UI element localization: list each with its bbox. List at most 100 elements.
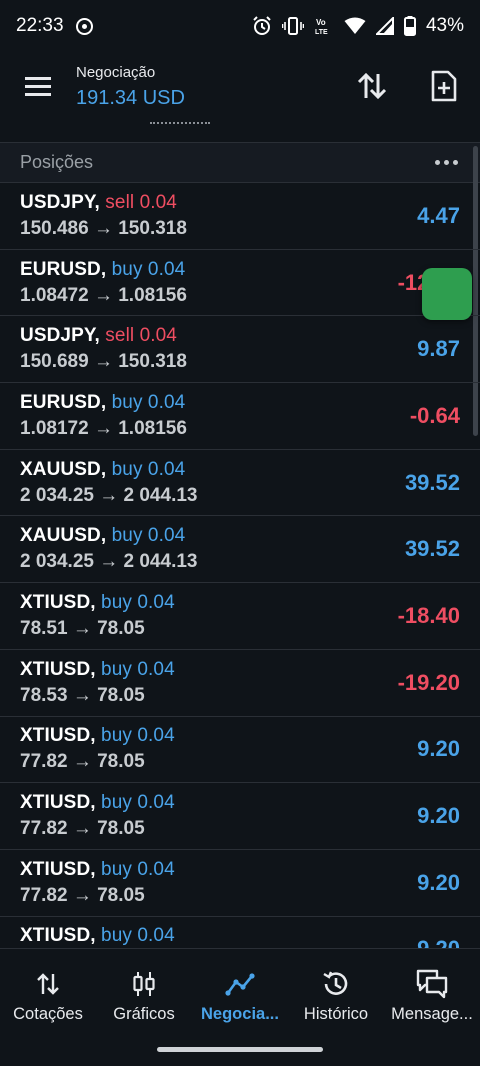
nav-item-messages[interactable]: Mensage...	[384, 949, 480, 1040]
position-symbol: XTIUSD,	[20, 591, 96, 613]
position-info: XTIUSD, buy 0.04 77.82 → 78.05	[20, 725, 417, 773]
position-title: EURUSD, buy 0.04	[20, 392, 410, 414]
position-info: XAUUSD, buy 0.04 2 034.25 → 2 044.13	[20, 525, 405, 573]
position-info: XTIUSD, buy 0.04 78.53 → 78.05	[20, 659, 398, 707]
position-prices: 78.53 → 78.05	[20, 684, 145, 706]
position-title: XTIUSD, buy 0.04	[20, 859, 417, 881]
svg-text:Vo: Vo	[316, 18, 326, 27]
position-row[interactable]: XTIUSD, buy 0.04 78.53 → 78.05 -19.20	[0, 650, 480, 717]
position-prices: 78.51 → 78.05	[20, 617, 145, 639]
position-info: XTIUSD, buy 0.04 78.51 → 78.05	[20, 592, 398, 640]
position-row[interactable]: XTIUSD, buy 0.0477.82 → 78.059.20	[0, 783, 480, 850]
position-side: buy 0.04	[101, 725, 175, 747]
floating-action-button[interactable]	[422, 268, 472, 320]
positions-section-header: Posições	[0, 143, 480, 183]
target-icon	[75, 17, 93, 35]
position-title: XTIUSD, buy 0.04	[20, 592, 398, 614]
position-side: buy 0.04	[111, 391, 186, 413]
sort-button[interactable]	[336, 52, 408, 120]
messages-icon	[416, 969, 448, 999]
position-title: XTIUSD, buy 0.04	[20, 925, 417, 947]
menu-button[interactable]	[0, 52, 76, 120]
position-side: buy 0.04	[111, 258, 186, 280]
position-row[interactable]: XAUUSD, buy 0.04 2 034.25 → 2 044.13 39.52	[0, 450, 480, 517]
home-indicator[interactable]	[157, 1047, 323, 1052]
position-symbol: USDJPY,	[20, 325, 100, 347]
wifi-icon	[344, 17, 366, 34]
nav-item-trade[interactable]: Negocia...	[192, 949, 288, 1040]
position-side: sell 0.04	[105, 191, 177, 213]
position-row[interactable]: EURUSD, buy 0.04 1.08172 → 1.08156 -0.64	[0, 383, 480, 450]
nav-label-messages: Mensage...	[391, 1005, 473, 1023]
volte-icon: Vo LTE	[315, 18, 328, 36]
position-symbol: XTIUSD,	[20, 792, 96, 814]
more-options-button[interactable]	[435, 160, 460, 165]
position-prices: 1.08472 → 1.08156	[20, 284, 187, 306]
position-prices: 77.82 → 78.05	[20, 818, 145, 840]
position-side: buy 0.04	[111, 525, 186, 547]
position-row[interactable]: XAUUSD, buy 0.04 2 034.25 → 2 044.13 39.52	[0, 516, 480, 584]
position-symbol: XAUUSD,	[20, 458, 107, 480]
new-order-button[interactable]	[408, 52, 480, 120]
position-title: XTIUSD, buy 0.04	[20, 792, 417, 814]
nav-item-history[interactable]: Histórico	[288, 949, 384, 1040]
position-symbol: XAUUSD,	[20, 525, 107, 547]
position-info: XTIUSD, buy 0.04 77.82 → 78.05	[20, 792, 417, 840]
position-info: EURUSD, buy 0.04 1.08472 → 1.08156	[20, 259, 398, 307]
history-icon	[323, 971, 348, 995]
trade-icon	[225, 973, 255, 996]
position-symbol: XTIUSD,	[20, 858, 96, 880]
position-prices: 2 034.25 → 2 044.13	[20, 551, 198, 573]
battery-icon	[403, 16, 416, 36]
position-title: XTIUSD, buy 0.04	[20, 725, 417, 747]
new-order-icon	[431, 70, 457, 102]
position-title: XAUUSD, buy 0.04	[20, 525, 405, 547]
position-info: XAUUSD, buy 0.04 2 034.25 → 2 044.13	[20, 459, 405, 507]
battery-percentage: 43%	[425, 15, 464, 36]
position-profit: 39.52	[404, 469, 460, 495]
position-side: buy 0.04	[111, 458, 186, 480]
position-profit: -18.40	[397, 602, 460, 628]
positions-title: Posições	[20, 152, 94, 172]
position-side: buy 0.04	[101, 858, 175, 880]
position-symbol: USDJPY,	[20, 191, 100, 213]
nav-item-quotes[interactable]: Cotações	[0, 949, 96, 1040]
position-row[interactable]: XTIUSD, buy 0.04 77.82 → 78.05 9.20	[0, 850, 480, 917]
position-profit: 9.20	[417, 869, 460, 895]
sort-icon	[357, 72, 387, 100]
position-symbol: EURUSD,	[20, 258, 107, 280]
quotes-icon	[37, 973, 59, 995]
position-row[interactable]: XTIUSD, buy 0.0477.82 → 78.059.20	[0, 717, 480, 784]
positions-list: USDJPY, sell 0.04 150.486 → 150.318 4.47 EU…	[0, 183, 480, 948]
position-profit: -19.20	[397, 669, 460, 695]
nav-item-charts[interactable]: Gráficos	[96, 949, 192, 1040]
position-row[interactable]: USDJPY, sell 0.04 150.689 → 150.318 9.87	[0, 316, 480, 384]
position-symbol: EURUSD,	[20, 391, 107, 413]
charts-icon	[133, 972, 155, 996]
nav-label-charts: Gráficos	[113, 1005, 175, 1023]
position-title: USDJPY, sell 0.04	[20, 325, 417, 347]
position-profit: 9.20	[417, 936, 460, 948]
position-prices: 77.82 → 78.05	[20, 884, 145, 906]
position-title: USDJPY, sell 0.04	[20, 192, 417, 214]
position-title: XAUUSD, buy 0.04	[20, 459, 405, 481]
position-row[interactable]: XTIUSD, buy 0.0477.82 → 78.059.20	[0, 917, 480, 948]
position-symbol: XTIUSD,	[20, 658, 96, 680]
position-row[interactable]: EURUSD, buy 0.041.08472 → 1.08156-12.64	[0, 250, 480, 317]
position-row[interactable]: USDJPY, sell 0.04 150.486 → 150.318 4.47	[0, 183, 480, 250]
position-row[interactable]: XTIUSD, buy 0.04 78.51 → 78.05 -18.40	[0, 583, 480, 650]
nav-label-trade: Negocia...	[201, 1005, 279, 1023]
position-info: EURUSD, buy 0.04 1.08172 → 1.08156	[20, 392, 410, 440]
position-side: buy 0.04	[101, 925, 175, 947]
position-prices: 150.486 → 150.318	[20, 217, 187, 239]
position-prices: 77.82 → 78.05	[20, 751, 145, 773]
page-title: Negociação	[76, 64, 156, 81]
position-side: buy 0.04	[101, 792, 175, 814]
position-prices: 150.689 → 150.318	[20, 351, 187, 373]
pull-handle	[150, 118, 210, 124]
position-side: buy 0.04	[101, 591, 175, 613]
menu-icon	[25, 77, 51, 96]
nav-label-history: Histórico	[303, 1005, 369, 1023]
position-profit: 4.47	[417, 202, 460, 228]
position-prices: 2 034.25 → 2 044.13	[20, 484, 198, 506]
